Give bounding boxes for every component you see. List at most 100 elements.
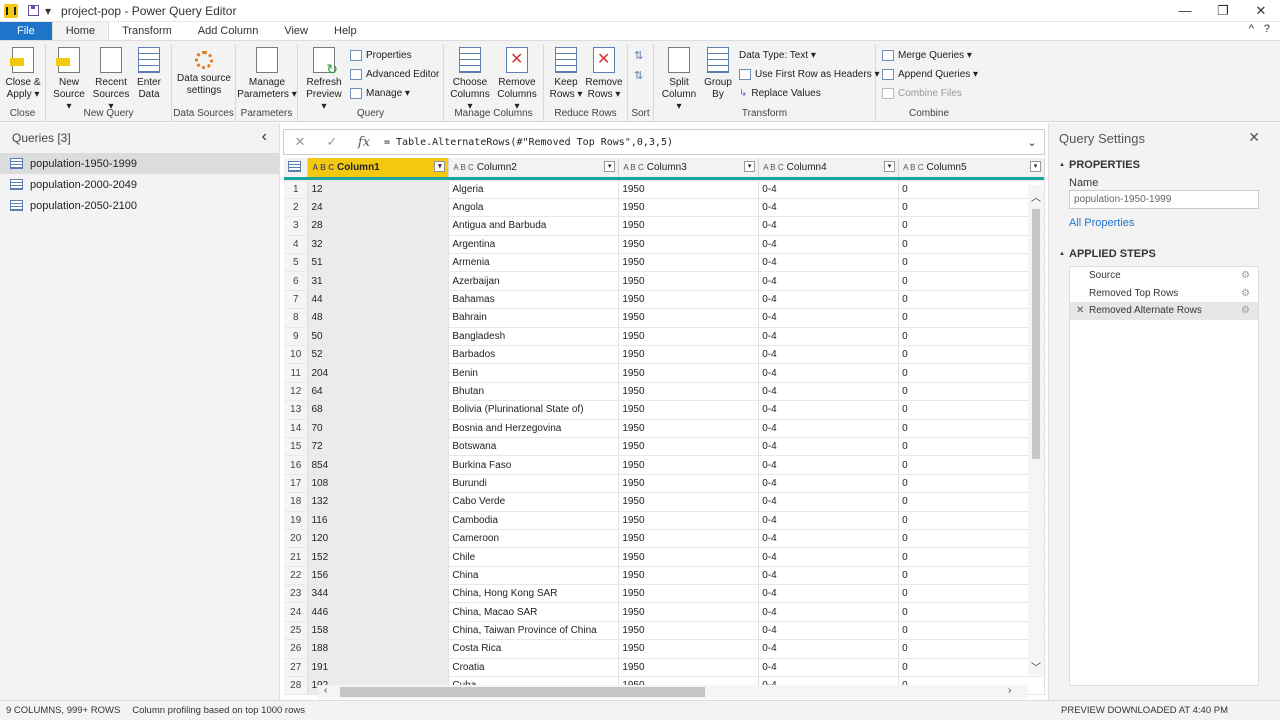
table-cell[interactable]: Bahamas xyxy=(448,290,620,310)
table-cell[interactable]: 116 xyxy=(307,511,450,530)
table-cell[interactable]: 1950 xyxy=(618,547,760,567)
filter-dropdown-icon[interactable]: ▾ xyxy=(604,161,616,172)
table-cell[interactable]: 1950 xyxy=(618,271,760,291)
tab-help[interactable]: Help xyxy=(321,22,370,40)
row-number[interactable]: 24 xyxy=(284,602,309,622)
table-cell[interactable]: 854 xyxy=(307,455,450,475)
table-cell[interactable]: 1950 xyxy=(618,474,760,494)
table-cell[interactable]: Bhutan xyxy=(448,382,620,402)
table-cell[interactable]: 158 xyxy=(307,621,450,641)
table-cell[interactable]: 1950 xyxy=(618,455,760,475)
table-cell[interactable]: 0 xyxy=(898,621,1045,641)
save-icon[interactable] xyxy=(28,5,39,16)
row-number[interactable]: 11 xyxy=(284,363,309,383)
query-name-field[interactable]: population-1950-1999 xyxy=(1069,190,1259,209)
table-cell[interactable]: 0-4 xyxy=(758,437,900,457)
row-number[interactable]: 4 xyxy=(284,235,309,255)
table-cell[interactable]: Cabo Verde xyxy=(448,492,620,512)
expand-formula-icon[interactable]: ⌄ xyxy=(1020,136,1044,149)
query-item[interactable]: population-2050-2100 xyxy=(0,195,279,216)
table-cell[interactable]: 32 xyxy=(307,235,450,255)
remove-columns-button[interactable]: Remove Columns ▾ xyxy=(494,47,540,113)
row-number[interactable]: 16 xyxy=(284,455,309,475)
table-cell[interactable]: 44 xyxy=(307,290,450,310)
table-cell[interactable]: 0-4 xyxy=(758,511,900,530)
tab-view[interactable]: View xyxy=(271,22,321,40)
table-cell[interactable]: 1950 xyxy=(618,290,760,310)
table-cell[interactable]: 1950 xyxy=(618,566,760,586)
delete-step-icon[interactable]: ✕ xyxy=(1076,305,1084,316)
table-cell[interactable]: 52 xyxy=(307,345,450,365)
column-header[interactable]: A B C Column1 ▾ xyxy=(307,158,450,177)
table-cell[interactable]: 0 xyxy=(898,437,1045,457)
table-cell[interactable]: 0-4 xyxy=(758,198,900,218)
row-number[interactable]: 26 xyxy=(284,639,309,659)
table-cell[interactable]: 344 xyxy=(307,584,450,604)
scroll-up-icon[interactable]: ︿ xyxy=(1031,189,1041,204)
table-cell[interactable]: Burundi xyxy=(448,474,620,494)
applied-steps-header[interactable]: APPLIED STEPS xyxy=(1059,248,1156,260)
row-number[interactable]: 28 xyxy=(284,676,309,696)
filter-dropdown-icon[interactable]: ▾ xyxy=(744,161,756,172)
table-cell[interactable]: 0 xyxy=(898,658,1045,678)
table-cell[interactable]: 0-4 xyxy=(758,455,900,475)
table-cell[interactable]: 1950 xyxy=(618,363,760,383)
table-cell[interactable]: 0 xyxy=(898,180,1045,199)
table-cell[interactable]: Bosnia and Herzegovina xyxy=(448,419,620,438)
table-cell[interactable]: 1950 xyxy=(618,253,760,273)
row-number[interactable]: 12 xyxy=(284,382,309,402)
table-cell[interactable]: 0 xyxy=(898,327,1045,347)
table-cell[interactable]: 0 xyxy=(898,602,1045,622)
table-cell[interactable]: 188 xyxy=(307,639,450,659)
vertical-scrollbar[interactable]: ︿ ﹀ xyxy=(1028,185,1044,675)
data-source-settings-button[interactable]: Data source settings xyxy=(174,47,234,97)
table-cell[interactable]: 152 xyxy=(307,547,450,567)
keep-rows-button[interactable]: Keep Rows ▾ xyxy=(548,47,584,101)
row-number[interactable]: 23 xyxy=(284,584,309,604)
table-cell[interactable]: 0 xyxy=(898,345,1045,365)
tab-transform[interactable]: Transform xyxy=(109,22,185,40)
table-cell[interactable]: 0-4 xyxy=(758,529,900,549)
table-cell[interactable]: 446 xyxy=(307,602,450,622)
row-number[interactable]: 10 xyxy=(284,345,309,365)
manage-button[interactable]: Manage ▾ xyxy=(350,88,410,99)
table-cell[interactable]: 0 xyxy=(898,529,1045,549)
table-cell[interactable]: 0-4 xyxy=(758,658,900,678)
table-cell[interactable]: 0-4 xyxy=(758,547,900,567)
table-cell[interactable]: 0 xyxy=(898,492,1045,512)
append-queries-button[interactable]: Append Queries ▾ xyxy=(882,69,978,80)
table-cell[interactable]: 0-4 xyxy=(758,180,900,199)
table-cell[interactable]: 1950 xyxy=(618,198,760,218)
table-cell[interactable]: 0-4 xyxy=(758,492,900,512)
table-cell[interactable]: China xyxy=(448,566,620,586)
table-cell[interactable]: 0-4 xyxy=(758,271,900,291)
advanced-editor-button[interactable]: Advanced Editor xyxy=(350,69,439,80)
step-gear-icon[interactable]: ⚙ xyxy=(1241,270,1250,281)
close-window-button[interactable]: ✕ xyxy=(1242,0,1280,22)
table-cell[interactable]: 0 xyxy=(898,290,1045,310)
table-cell[interactable]: 0-4 xyxy=(758,345,900,365)
step-source[interactable]: Source ⚙ xyxy=(1070,267,1258,285)
table-cell[interactable]: 191 xyxy=(307,658,450,678)
horizontal-scrollbar[interactable]: ‹ › xyxy=(318,685,1028,699)
column-header[interactable]: A B C Column5 ▾ xyxy=(898,158,1045,177)
minimize-button[interactable]: — xyxy=(1166,0,1204,22)
table-cell[interactable]: Argentina xyxy=(448,235,620,255)
sort-ascending-icon[interactable]: ⇅ xyxy=(634,49,643,62)
table-cell[interactable]: 0 xyxy=(898,419,1045,438)
formula-input[interactable]: = Table.AlternateRows(#"Removed Top Rows… xyxy=(384,137,1020,148)
table-cell[interactable]: 0-4 xyxy=(758,216,900,236)
status-profiling[interactable]: Column profiling based on top 1000 rows xyxy=(132,705,305,716)
table-cell[interactable]: 0 xyxy=(898,455,1045,475)
recent-sources-button[interactable]: Recent Sources ▾ xyxy=(92,47,130,113)
table-cell[interactable]: 0-4 xyxy=(758,621,900,641)
row-number[interactable]: 18 xyxy=(284,492,309,512)
table-cell[interactable]: 24 xyxy=(307,198,450,218)
row-number[interactable]: 2 xyxy=(284,198,309,218)
table-cell[interactable]: 1950 xyxy=(618,216,760,236)
table-cell[interactable]: 0-4 xyxy=(758,419,900,438)
table-cell[interactable]: Chile xyxy=(448,547,620,567)
table-cell[interactable]: 0 xyxy=(898,308,1045,328)
table-cell[interactable]: Bahrain xyxy=(448,308,620,328)
sort-descending-icon[interactable]: ⇅ xyxy=(634,69,643,82)
